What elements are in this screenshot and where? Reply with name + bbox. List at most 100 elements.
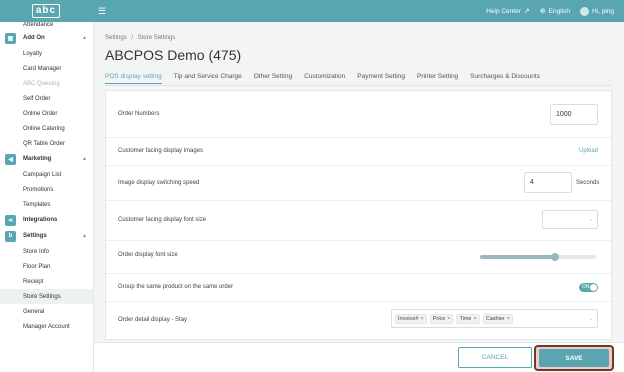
setting-label: Order detail display - Stay [118,317,188,323]
tag-invoice: Invoice# × [395,313,427,324]
settings-icon: b [5,230,16,242]
remove-tag-icon[interactable]: × [447,316,450,322]
setting-label: Group the same product on the same order [118,284,234,290]
chevron-up-icon: ▲ [82,35,87,41]
sidebar-item-manager-account[interactable]: Manager Account [0,319,93,334]
sidebar-item-online-order[interactable]: Online Order [0,106,93,121]
remove-tag-icon[interactable]: × [421,316,424,322]
tag-cashier: Cashier × [482,313,513,324]
remove-tag-icon[interactable]: × [474,316,477,322]
sidebar-category-label: Marketing [23,156,52,162]
sidebar-item-promotions[interactable]: Promotions [0,182,93,197]
toggle-state-label: ON [582,284,590,290]
upload-link[interactable]: Upload [579,148,598,154]
sidebar-item-general[interactable]: General [0,304,93,319]
tab-bar: POS display setting Tip and Service Char… [105,73,552,84]
language-selector[interactable]: ⊕ English [539,7,570,16]
slider-fill [480,255,556,259]
tab-printer-setting[interactable]: Printer Setting [417,73,458,84]
tab-customization[interactable]: Customization [304,73,345,84]
sidebar-item-templates[interactable]: Templates [0,197,93,212]
user-greeting: Hi, ping [591,7,614,15]
cancel-button[interactable]: CANCEL [458,347,532,368]
setting-label: Customer facing display font size [118,217,207,223]
setting-label: Order Numbers [118,111,160,117]
sidebar-item-campaign-list[interactable]: Campaign List [0,167,93,182]
logo[interactable]: abc [0,0,92,22]
tag-label: Time [459,315,472,322]
sidebar-item-floor-plan[interactable]: Floor Plan [0,259,93,274]
menu-icon[interactable]: ☰ [98,6,106,17]
sidebar-item-store-info[interactable]: Store Info [0,244,93,259]
setting-row-switching-speed: Image display switching speed 4 Seconds [106,166,611,201]
setting-label: Image display switching speed [118,180,200,186]
order-numbers-input[interactable]: 1000 [550,104,598,125]
setting-row-group-same-product: Group the same product on the same order… [106,274,611,302]
sidebar: Attendance ▣ Add On ▲ Loyalty Card Manag… [0,22,94,372]
megaphone-icon: ◀ [5,153,16,165]
sidebar-category-marketing[interactable]: ◀ Marketing ▲ [0,151,93,167]
breadcrumb: Settings / Store Settings [105,35,175,41]
tab-other-setting[interactable]: Other Setting [254,73,292,84]
chevron-down-icon: ⌄ [588,315,593,322]
sidebar-category-add-on[interactable]: ▣ Add On ▲ [0,30,93,46]
tab-pos-display-setting[interactable]: POS display setting [105,73,162,84]
order-detail-stay-select[interactable]: Invoice# × Price × Time × Cashier × ⌄ [391,309,598,328]
tab-surcharges-discounts[interactable]: Surcharges & Discounts [470,73,540,84]
setting-label: Order display font size [118,252,178,258]
globe-icon: ⊕ [539,8,546,15]
chevron-up-icon: ▲ [82,233,87,239]
toggle-knob [590,284,597,291]
setting-row-customer-display-images: Customer facing display images Upload [106,138,611,166]
customer-font-size-select[interactable]: ⌄ [542,210,598,229]
setting-row-order-font-size: Order display font size [106,241,611,274]
sidebar-category-label: Add On [23,35,45,41]
tag-label: Invoice# [398,315,419,322]
save-button[interactable]: SAVE [539,349,609,367]
share-icon: ⋖ [5,214,16,226]
setting-row-customer-font-size: Customer facing display font size ⌄ [106,201,611,241]
tag-label: Cashier [485,315,505,322]
logo-text: abc [31,4,61,18]
tab-payment-setting[interactable]: Payment Setting [357,73,405,84]
sidebar-item-card-manager[interactable]: Card Manager [0,61,93,76]
help-center-link[interactable]: Help Center ↗ [486,7,530,16]
tab-tip-and-service-charge[interactable]: Tip and Service Charge [174,73,242,84]
setting-row-order-numbers: Order Numbers 1000 [106,91,611,138]
breadcrumb-separator: / [131,35,134,41]
sidebar-category-integrations[interactable]: ⋖ Integrations [0,212,93,228]
switching-speed-input[interactable]: 4 [524,172,572,193]
sidebar-category-settings[interactable]: b Settings ▲ [0,228,93,244]
remove-tag-icon[interactable]: × [507,316,510,322]
order-font-size-slider[interactable] [480,253,596,261]
slider-handle[interactable] [551,253,560,261]
sidebar-item-self-order[interactable]: Self Order [0,91,93,106]
sidebar-item-receipt[interactable]: Receipt [0,274,93,289]
tag-label: Price [432,315,446,322]
breadcrumb-store-settings: Store Settings [137,35,176,41]
avatar [579,6,589,16]
sidebar-category-label: Settings [23,233,47,239]
sidebar-item-attendance[interactable]: Attendance [0,22,93,30]
user-menu[interactable]: Hi, ping [579,6,614,16]
help-center-label: Help Center [486,7,521,15]
language-label: English [548,7,570,15]
sidebar-item-loyalty[interactable]: Loyalty [0,46,93,61]
seconds-unit: Seconds [576,180,600,186]
add-on-icon: ▣ [5,32,16,44]
sidebar-item-online-catering[interactable]: Online Catering [0,121,93,136]
breadcrumb-settings[interactable]: Settings [105,35,127,41]
setting-label: Customer facing display images [118,148,204,154]
save-button-highlight: SAVE [534,345,614,371]
tabs-divider [105,85,612,86]
page-title: ABCPOS Demo (475) [105,47,242,63]
setting-row-order-detail-stay: Order detail display - Stay Invoice# × Pr… [106,302,611,339]
sidebar-category-label: Integrations [23,217,58,223]
settings-panel: Order Numbers 1000 Customer facing displ… [105,90,612,340]
sidebar-item-qr-table-order[interactable]: QR Table Order [0,136,93,151]
top-bar: abc ☰ Help Center ↗ ⊕ English Hi, ping [0,0,624,22]
group-same-product-toggle[interactable]: ON [579,283,598,292]
chevron-up-icon: ▲ [82,156,87,162]
sidebar-item-store-settings[interactable]: Store Settings [0,289,93,304]
external-link-icon: ↗ [523,8,530,15]
